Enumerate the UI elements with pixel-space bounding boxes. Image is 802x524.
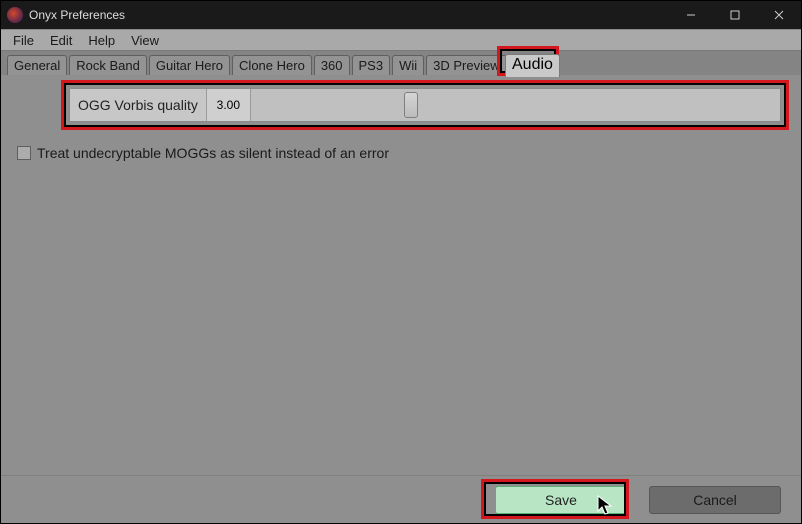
mogg-checkbox-label: Treat undecryptable MOGGs as silent inst… [37, 145, 389, 161]
window-title: Onyx Preferences [29, 8, 669, 22]
tab-general[interactable]: General [7, 55, 67, 75]
mogg-checkbox-row: Treat undecryptable MOGGs as silent inst… [17, 145, 389, 161]
save-button-label: Save [545, 492, 577, 508]
ogg-quality-slider[interactable] [251, 89, 780, 121]
minimize-button[interactable] [669, 1, 713, 29]
tab-rock-band[interactable]: Rock Band [69, 55, 147, 75]
cancel-button-label: Cancel [693, 492, 737, 508]
menu-help[interactable]: Help [80, 32, 123, 49]
bottom-button-bar: Save Cancel [1, 475, 801, 523]
tab-3d-preview[interactable]: 3D Preview [426, 55, 506, 75]
close-button[interactable] [757, 1, 801, 29]
tab-360[interactable]: 360 [314, 55, 350, 75]
ogg-quality-value[interactable]: 3.00 [207, 89, 251, 121]
tab-audio[interactable]: Audio [505, 54, 560, 77]
maximize-button[interactable] [713, 1, 757, 29]
tab-wii[interactable]: Wii [392, 55, 424, 75]
menubar: File Edit Help View [1, 29, 801, 51]
ogg-quality-label: OGG Vorbis quality [70, 89, 207, 121]
app-icon [7, 7, 23, 23]
tab-ps3[interactable]: PS3 [352, 55, 391, 75]
tab-guitar-hero[interactable]: Guitar Hero [149, 55, 230, 75]
slider-thumb[interactable] [404, 92, 418, 118]
mogg-checkbox[interactable] [17, 146, 31, 160]
menu-file[interactable]: File [5, 32, 42, 49]
tab-content-audio: OGG Vorbis quality 3.00 Treat undecrypta… [1, 75, 801, 475]
menu-view[interactable]: View [123, 32, 167, 49]
save-button[interactable]: Save [495, 486, 627, 514]
tab-clone-hero[interactable]: Clone Hero [232, 55, 312, 75]
ogg-quality-row: OGG Vorbis quality 3.00 [69, 88, 781, 122]
tab-strip: General Rock Band Guitar Hero Clone Hero… [1, 51, 801, 75]
menu-edit[interactable]: Edit [42, 32, 80, 49]
cancel-button[interactable]: Cancel [649, 486, 781, 514]
titlebar: Onyx Preferences [1, 1, 801, 29]
